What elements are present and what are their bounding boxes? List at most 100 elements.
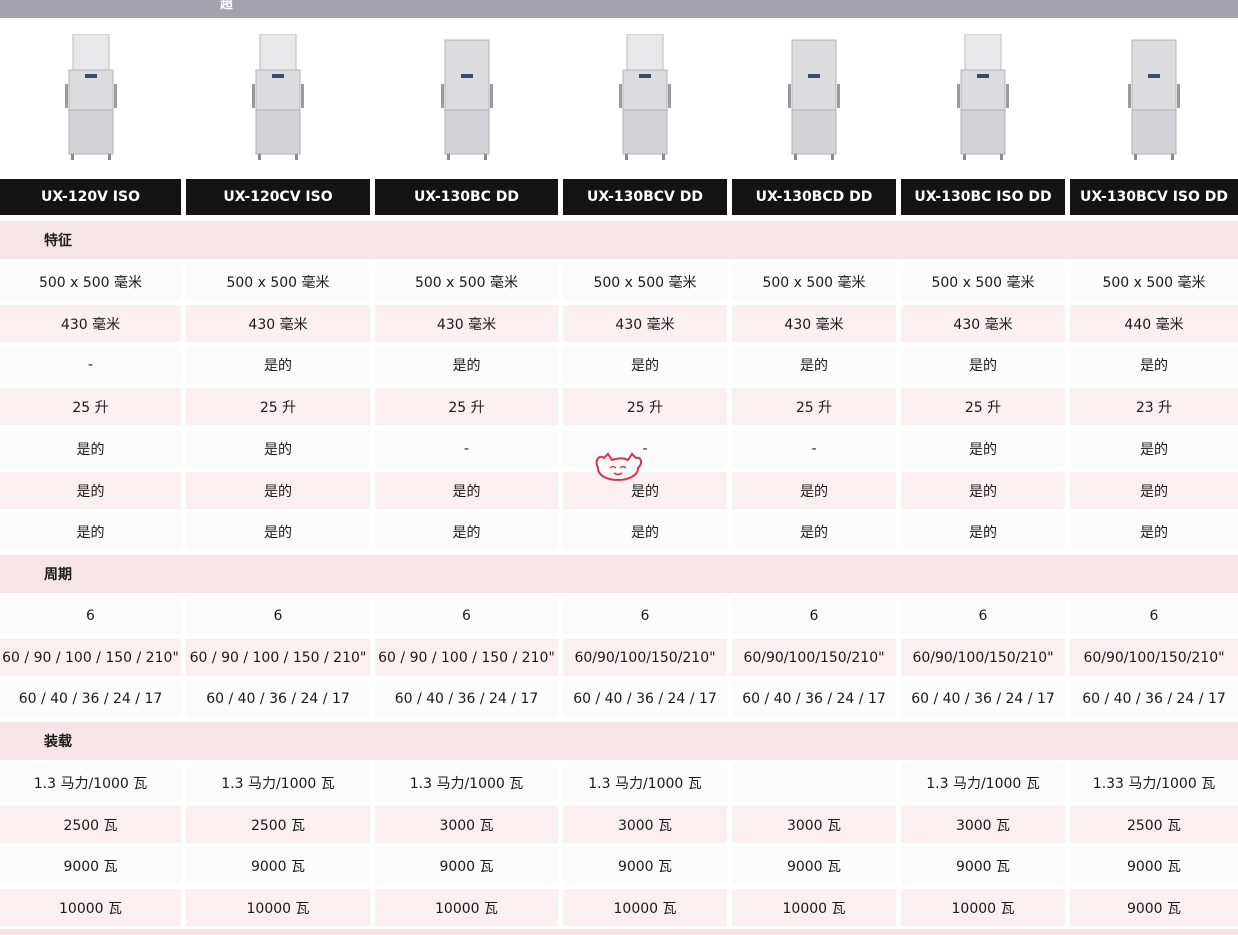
table-cell: 是的 <box>1070 346 1238 383</box>
table-cell: 是的 <box>901 472 1065 509</box>
table-cell: 25 升 <box>375 388 558 425</box>
section-header: 特征 <box>0 221 1238 259</box>
table-cell: 60 / 40 / 36 / 24 / 17 <box>186 680 370 717</box>
table-cell: 是的 <box>186 430 370 467</box>
section-header: 装载 <box>0 722 1238 760</box>
section-label: 装载 <box>44 734 72 750</box>
table-cell: 1.33 马力/1000 瓦 <box>1070 764 1238 801</box>
table-cell: 6 <box>186 597 370 634</box>
table-cell: 60 / 40 / 36 / 24 / 17 <box>1070 680 1238 717</box>
product-image-cell <box>375 18 558 178</box>
header-title: 超 <box>220 0 234 12</box>
product-image-cell <box>1070 18 1238 178</box>
table-cell: 430 毫米 <box>732 305 896 342</box>
table-cell: 是的 <box>563 346 727 383</box>
table-cell: 25 升 <box>186 388 370 425</box>
table-cell: 10000 瓦 <box>563 889 727 926</box>
table-cell: 60 / 90 / 100 / 150 / 210" <box>186 639 370 676</box>
table-cell: 是的 <box>901 430 1065 467</box>
dishwasher-image <box>250 33 306 166</box>
table-cell: 1.3 马力/1000 瓦 <box>901 764 1065 801</box>
top-header-bar: 超 <box>0 0 1238 18</box>
table-bottom-band <box>0 929 1238 935</box>
table-cell: 25 升 <box>901 388 1065 425</box>
table-cell: 430 毫米 <box>0 305 181 342</box>
table-cell: 500 x 500 毫米 <box>375 263 558 300</box>
table-cell: 是的 <box>732 472 896 509</box>
product-image-cell <box>0 18 181 178</box>
table-cell: 10000 瓦 <box>0 889 181 926</box>
table-cell: 430 毫米 <box>563 305 727 342</box>
table-cell: 是的 <box>186 346 370 383</box>
table-cell: 是的 <box>563 472 727 509</box>
table-cell: 是的 <box>1070 513 1238 550</box>
table-cell: 9000 瓦 <box>375 847 558 884</box>
dishwasher-image <box>955 33 1011 166</box>
table-cell: 9000 瓦 <box>1070 847 1238 884</box>
table-cell: 500 x 500 毫米 <box>186 263 370 300</box>
product-image-cell <box>732 18 896 178</box>
dishwasher-image <box>786 34 842 166</box>
table-cell: 430 毫米 <box>186 305 370 342</box>
table-cell: 是的 <box>901 513 1065 550</box>
table-cell: 1.3 马力/1000 瓦 <box>563 764 727 801</box>
table-cell: 9000 瓦 <box>0 847 181 884</box>
table-cell <box>732 764 896 801</box>
table-cell: 500 x 500 毫米 <box>0 263 181 300</box>
table-cell: 10000 瓦 <box>375 889 558 926</box>
table-cell: 500 x 500 毫米 <box>563 263 727 300</box>
table-cell: 10000 瓦 <box>186 889 370 926</box>
table-cell: 60/90/100/150/210" <box>901 639 1065 676</box>
table-cell: 500 x 500 毫米 <box>1070 263 1238 300</box>
table-cell: 23 升 <box>1070 388 1238 425</box>
product-image-cell <box>901 18 1065 178</box>
product-name: UX-130BCV DD <box>563 179 727 215</box>
product-name: UX-130BCV ISO DD <box>1070 179 1238 215</box>
table-cell: - <box>375 430 558 467</box>
table-cell: 500 x 500 毫米 <box>901 263 1065 300</box>
product-name: UX-120V ISO <box>0 179 181 215</box>
table-cell: 6 <box>563 597 727 634</box>
product-name: UX-130BCD DD <box>732 179 896 215</box>
table-cell: 60 / 90 / 100 / 150 / 210" <box>375 639 558 676</box>
table-cell: 9000 瓦 <box>732 847 896 884</box>
table-cell: 2500 瓦 <box>1070 806 1238 843</box>
table-cell: 60 / 40 / 36 / 24 / 17 <box>732 680 896 717</box>
section-label: 特征 <box>44 233 72 249</box>
table-cell: 是的 <box>375 472 558 509</box>
table-cell: 3000 瓦 <box>732 806 896 843</box>
table-cell: 是的 <box>0 430 181 467</box>
table-cell: 是的 <box>375 513 558 550</box>
table-cell: 60 / 40 / 36 / 24 / 17 <box>563 680 727 717</box>
table-cell: 6 <box>1070 597 1238 634</box>
table-cell: - <box>563 430 727 467</box>
dishwasher-image <box>63 33 119 166</box>
table-cell: 60 / 40 / 36 / 24 / 17 <box>0 680 181 717</box>
table-cell: 60 / 40 / 36 / 24 / 17 <box>901 680 1065 717</box>
table-cell: 6 <box>901 597 1065 634</box>
table-cell: 60/90/100/150/210" <box>732 639 896 676</box>
table-cell: 1.3 马力/1000 瓦 <box>375 764 558 801</box>
table-cell: 是的 <box>186 472 370 509</box>
table-cell: - <box>732 430 896 467</box>
table-cell: 1.3 马力/1000 瓦 <box>186 764 370 801</box>
table-cell: 10000 瓦 <box>732 889 896 926</box>
dishwasher-image <box>617 33 673 166</box>
table-cell: 60 / 90 / 100 / 150 / 210" <box>0 639 181 676</box>
table-cell: 是的 <box>901 346 1065 383</box>
dishwasher-image <box>439 34 495 166</box>
table-cell: 430 毫米 <box>901 305 1065 342</box>
table-cell: 9000 瓦 <box>901 847 1065 884</box>
table-cell: 430 毫米 <box>375 305 558 342</box>
table-cell: 25 升 <box>563 388 727 425</box>
table-cell: 6 <box>732 597 896 634</box>
table-cell: 是的 <box>0 472 181 509</box>
table-cell: 是的 <box>375 346 558 383</box>
table-cell: 是的 <box>0 513 181 550</box>
table-cell: 是的 <box>732 346 896 383</box>
table-cell: 是的 <box>186 513 370 550</box>
table-cell: 是的 <box>563 513 727 550</box>
product-image-cell <box>186 18 370 178</box>
table-cell: 9000 瓦 <box>1070 889 1238 926</box>
product-name: UX-130BC ISO DD <box>901 179 1065 215</box>
